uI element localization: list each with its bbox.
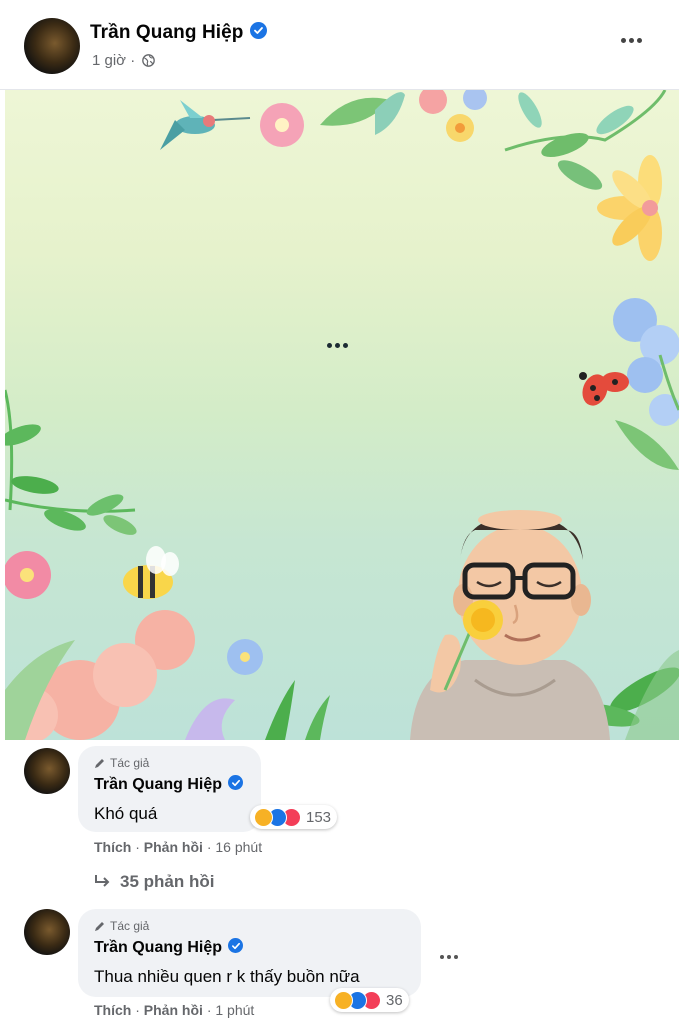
reaction-count: 153 [306,808,332,826]
meta-separator: · [130,52,136,69]
comment-1: Tác giả Trần Quang Hiệp Khó quá 153 Thíc… [0,740,679,860]
commenter-avatar[interactable] [24,748,70,794]
comment-bubble: Tác giả Trần Quang Hiệp Thua nhiều quen … [78,909,421,997]
author-tag-label: Tác giả [110,756,150,770]
comment-more-icon[interactable] [440,946,462,959]
yellow-flower [597,155,662,261]
author-tag: Tác giả [94,756,149,770]
reaction-summary[interactable]: 153 [250,805,338,829]
memoji-character [410,510,610,740]
verified-badge-icon [228,938,244,954]
comment-actions: Thích · Phản hồi · 16 phút [94,839,262,855]
comment-text: Khó quá [94,804,158,823]
like-action[interactable]: Thích [94,839,131,855]
comment-author-name[interactable]: Trần Quang Hiệp [94,776,222,793]
pencil-icon [95,758,104,768]
comment-time[interactable]: 16 phút [215,839,262,855]
comment-text: Thua nhiều quen r k thấy buồn nữa [94,967,360,986]
loading-dots-icon [327,335,351,353]
reply-action[interactable]: Phản hồi [144,839,203,855]
action-separator: · [135,1002,140,1018]
ladybug [579,372,629,406]
commenter-avatar[interactable] [24,909,70,955]
action-separator: · [135,839,140,855]
reply-action[interactable]: Phản hồi [144,1002,203,1018]
verified-badge-icon [249,22,267,40]
post-time[interactable]: 1 giờ [92,52,126,69]
replies-count-label: 35 phản hồi [120,872,215,891]
author-tag-label: Tác giả [110,919,150,933]
reply-arrow-icon [95,874,110,887]
top-foliage [260,90,667,190]
post-image[interactable] [5,90,679,740]
hummingbird [160,100,251,150]
view-replies-link[interactable]: 35 phản hồi [94,872,214,892]
spring-illustration [5,90,679,740]
comment-actions: Thích · Phản hồi · 1 phút [94,1002,254,1018]
post-author-row: Trần Quang Hiệp [90,22,267,44]
globe-icon [142,53,156,67]
action-separator: · [206,1002,212,1018]
post-author-name[interactable]: Trần Quang Hiệp [90,22,244,43]
comment-time[interactable]: 1 phút [215,1002,254,1018]
action-separator: · [206,839,212,855]
post-meta: 1 giờ · [92,52,156,69]
reaction-summary[interactable]: 36 [330,988,409,1012]
bee [123,546,179,599]
comment-author-row: Trần Quang Hiệp [94,775,244,794]
comment-bubble: Tác giả Trần Quang Hiệp Khó quá [78,746,261,832]
more-options-icon[interactable] [621,30,649,50]
comment-author-name[interactable]: Trần Quang Hiệp [94,939,222,956]
comment-author-row: Trần Quang Hiệp [94,938,244,957]
reaction-count: 36 [386,991,403,1009]
pencil-icon [95,921,104,931]
verified-badge-icon [228,775,244,791]
comment-2: Tác giả Trần Quang Hiệp Thua nhiều quen … [0,905,679,1024]
post-header: Trần Quang Hiệp 1 giờ · [0,0,679,90]
sad-reaction-icon [334,990,353,1010]
author-avatar[interactable] [24,18,80,74]
sad-reaction-icon [254,807,273,827]
author-tag: Tác giả [94,919,149,933]
like-action[interactable]: Thích [94,1002,131,1018]
